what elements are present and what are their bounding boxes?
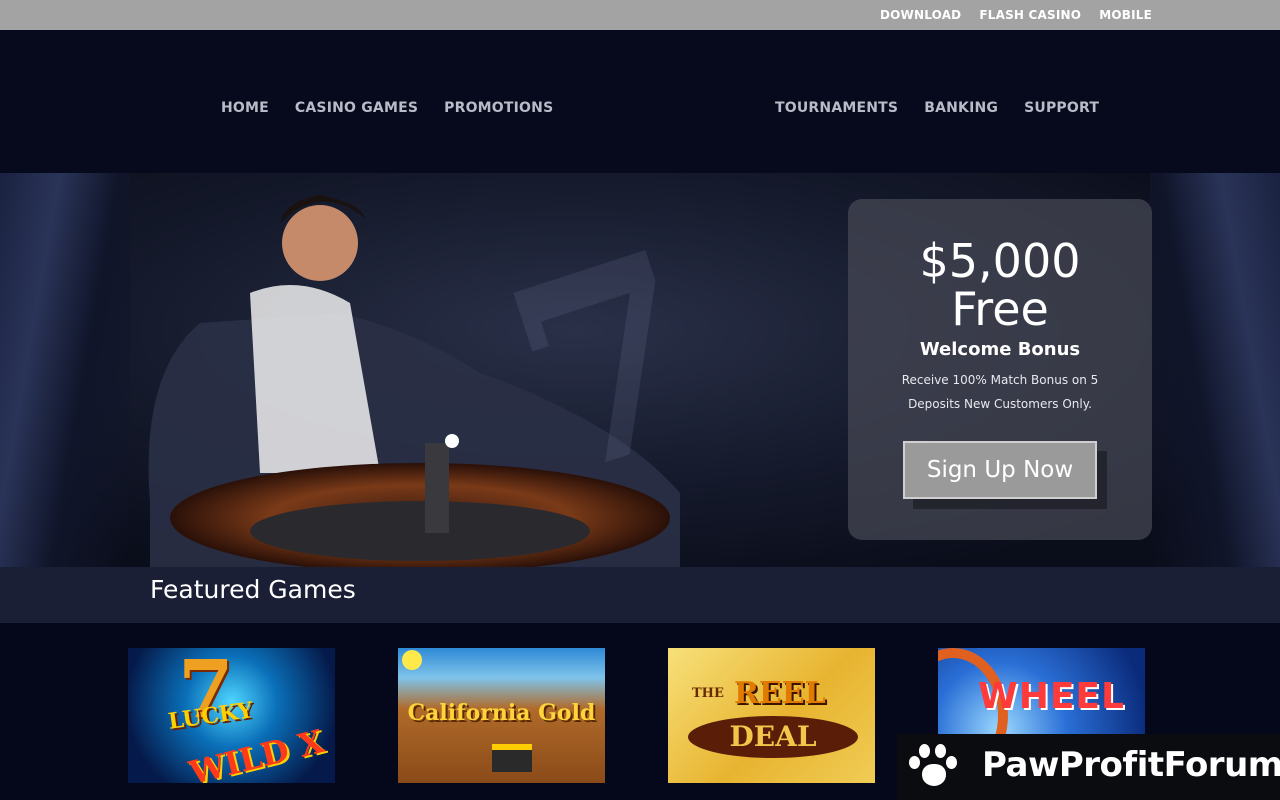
bonus-free: Free [951,282,1049,336]
nav-tournaments[interactable]: TOURNAMENTS [775,100,898,116]
hero-image [148,195,681,567]
curtain-left [0,173,130,567]
wheel-text-art: WHEEL [978,676,1125,717]
reel-text-art: REEL [734,676,826,711]
bonus-amount: $5,000 [919,234,1081,288]
main-nav-left: HOME CASINO GAMES PROMOTIONS [221,100,553,116]
main-header: HOME CASINO GAMES PROMOTIONS TOURNAMENTS… [0,30,1280,173]
watermark-banner: PawProfitForum [897,734,1280,800]
flash-casino-link[interactable]: FLASH CASINO [979,8,1081,22]
mine-cart-icon [492,744,532,772]
the-text-art: THE [692,686,724,701]
featured-games-bar: Featured Games [0,567,1280,623]
featured-games-title: Featured Games [150,575,356,604]
paw-icon [905,742,961,794]
utility-links: DOWNLOAD FLASH CASINO MOBILE [880,0,1152,30]
promo-panel: $5,000 Free Welcome Bonus Receive 100% M… [848,199,1152,540]
deal-text-art: DEAL [729,720,817,753]
main-nav-right: TOURNAMENTS BANKING SUPPORT [775,100,1099,116]
mobile-link[interactable]: MOBILE [1099,8,1152,22]
nav-promotions[interactable]: PROMOTIONS [444,100,553,116]
welcome-bonus-heading: Welcome Bonus [919,339,1081,360]
hero-banner: 7 $5,000 Free Welcome Bonus Receive 100%… [0,173,1280,567]
bonus-description: Receive 100% Match Bonus on 5 Deposits N… [901,373,1099,411]
nav-banking[interactable]: BANKING [924,100,998,116]
download-link[interactable]: DOWNLOAD [880,8,961,22]
sign-up-button[interactable]: Sign Up Now [903,441,1097,499]
california-gold-logo: California Gold [407,700,596,726]
sun-icon [402,650,422,670]
game-tile-the-reel-deal[interactable]: THE REEL DEAL [668,648,875,783]
nav-support[interactable]: SUPPORT [1024,100,1099,116]
curtain-right [1150,173,1280,567]
top-utility-bar: DOWNLOAD FLASH CASINO MOBILE [0,0,1280,30]
game-tile-lucky-7s-wild-x[interactable]: 7 LUCKY WILD X [128,648,335,783]
nav-home[interactable]: HOME [221,100,269,116]
nav-casino-games[interactable]: CASINO GAMES [295,100,418,116]
watermark-text: PawProfitForum [982,745,1280,785]
game-tile-california-gold[interactable]: California Gold [398,648,605,783]
